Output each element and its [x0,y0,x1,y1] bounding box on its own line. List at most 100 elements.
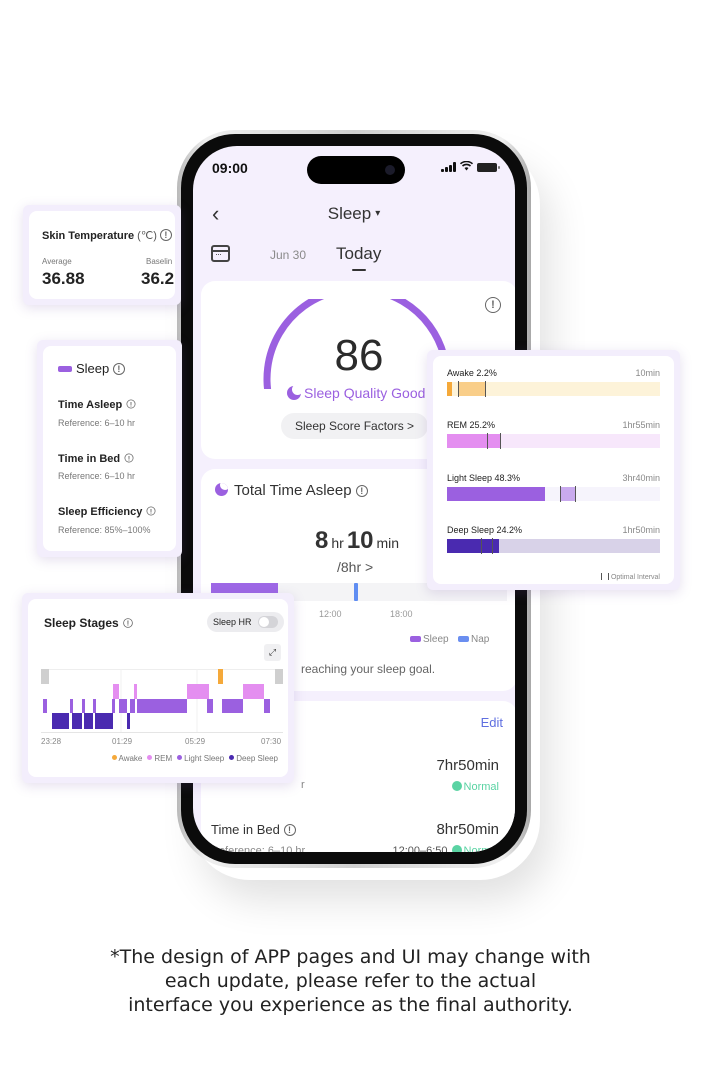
check-circle-icon [451,781,462,791]
page-title: Sleep [327,204,372,223]
sleep-stages-panel: Sleep Stages ! Sleep HR ⤢ 23:28 01:29 05… [22,593,294,783]
skin-temperature-panel: Skin Temperature (℃) ! Average 36.88 Bas… [23,205,181,305]
legend-dot [147,755,153,760]
stage-bar [447,538,660,554]
date-tab-indicator [352,269,366,271]
sleep-goal-message: reaching your sleep goal. [301,662,436,676]
legend-dot [177,755,183,760]
metric-label: Time Asleep ! [58,398,137,411]
status-icons [441,160,500,173]
total-time-asleep-title: Total Time Asleep ! [215,482,368,499]
stage-block-deep [72,713,82,729]
legend-nap: Nap [458,634,489,645]
sleep-panel-title: Sleep ! [58,361,125,376]
page-title-dropdown[interactable]: Sleep ▾ [193,204,515,224]
stage-block-light [112,699,115,713]
stage-block-light [43,699,47,713]
stage-block-rem [243,684,264,699]
disclaimer-line: *The design of APP pages and UI may chan… [110,946,591,968]
optimal-interval-tick [457,381,459,397]
stage-duration: 1hr50min [622,525,660,535]
metric-reference: Reference: 85%–100% [58,525,151,535]
dynamic-island [307,156,405,184]
average-label: Average [42,257,72,266]
info-icon[interactable]: ! [485,297,501,313]
stage-block-offline [275,669,283,684]
legend-awake: Awake [111,754,142,763]
optimal-interval [559,487,575,501]
signal-icon [441,162,456,172]
stage-duration: 1hr55min [622,420,660,430]
caret-down-icon: ▾ [375,208,381,219]
stage-block-light [119,699,127,713]
stage-label: Deep Sleep 24.2% [447,525,523,535]
stage-bar-fill [447,382,452,396]
sleep-stages-legend: Awake REM Light Sleep Deep Sleep [111,754,278,763]
toggle-switch[interactable] [258,616,278,628]
legend-sleep: Sleep [410,634,449,645]
stage-block-light [130,699,135,713]
bed-icon [410,636,421,642]
stage-block-rem [134,684,137,699]
check-circle-icon [451,845,462,852]
info-icon[interactable]: ! [146,506,156,516]
info-icon[interactable]: ! [123,618,133,628]
status-time: 09:00 [212,160,248,176]
optimal-interval-legend: Optimal Interval [600,573,660,581]
time-in-bed-label: Time in Bed ! [211,822,296,837]
time-asleep-ref-partial: r [301,779,305,791]
sleep-hr-toggle[interactable]: Sleep HR [207,612,284,632]
optimal-interval-tick [487,433,489,449]
info-icon[interactable]: ! [159,229,172,241]
date-tab-previous[interactable]: Jun 30 [270,248,306,262]
time-in-bed-status: 12:00–6:50 Normal [392,845,499,852]
battery-icon [477,162,500,172]
stage-bar-fill [447,434,501,448]
timeline-tick: 18:00 [390,609,413,619]
sleep-goal-link[interactable]: /8hr > [337,559,373,575]
sleep-score-factors-button[interactable]: Sleep Score Factors > [281,413,429,439]
info-icon[interactable]: ! [355,485,368,497]
camera-icon [385,165,395,175]
legend-dot [111,755,117,760]
legend-light-sleep: Light Sleep [177,754,224,763]
average-value: 36.88 [42,269,85,288]
nap-icon [458,636,469,642]
baseline-value: 36.2 [141,269,175,288]
metric-reference: Reference: 6–10 hr [58,471,136,481]
time-tick: 23:28 [41,737,62,746]
timeline-tick: 12:00 [319,609,342,619]
info-icon[interactable]: ! [126,399,136,409]
stage-duration: 10min [635,368,660,378]
metric-reference: Reference: 6–10 hr [58,418,136,428]
optimal-interval-tick [500,433,502,449]
stage-block-rem [113,684,119,699]
stage-block-deep [52,713,69,729]
info-icon[interactable]: ! [124,453,134,463]
legend-deep-sleep: Deep Sleep [229,754,278,763]
stage-label: REM 25.2% [447,420,496,430]
total-time-asleep-value: 8 hr 10 min [315,527,400,554]
stage-block-deep [127,713,130,729]
metric-label: Time in Bed ! [58,452,135,465]
optimal-interval-tick [574,486,576,502]
sleep-quality-label: Sleep Quality Good [287,384,425,401]
stage-bar [447,433,660,449]
moon-icon [287,384,303,400]
calendar-icon[interactable] [211,245,230,262]
baseline-label: Baselin [146,257,173,266]
time-tick: 07:30 [261,737,282,746]
stage-block-awake [218,669,223,684]
disclaimer: *The design of APP pages and UI may chan… [0,945,701,1017]
sleep-stages-title: Sleep Stages ! [44,616,134,630]
bed-icon [58,366,72,372]
sleep-stages-chart [41,669,283,733]
info-icon[interactable]: ! [283,824,296,836]
info-icon[interactable]: ! [112,363,125,375]
expand-icon[interactable]: ⤢ [264,644,281,661]
optimal-interval-tick [559,486,561,502]
date-tab-today[interactable]: Today [336,244,381,264]
stage-bar-fill [447,487,545,501]
disclaimer-line: interface you experience as the final au… [128,994,573,1016]
edit-button[interactable]: Edit [481,715,503,730]
